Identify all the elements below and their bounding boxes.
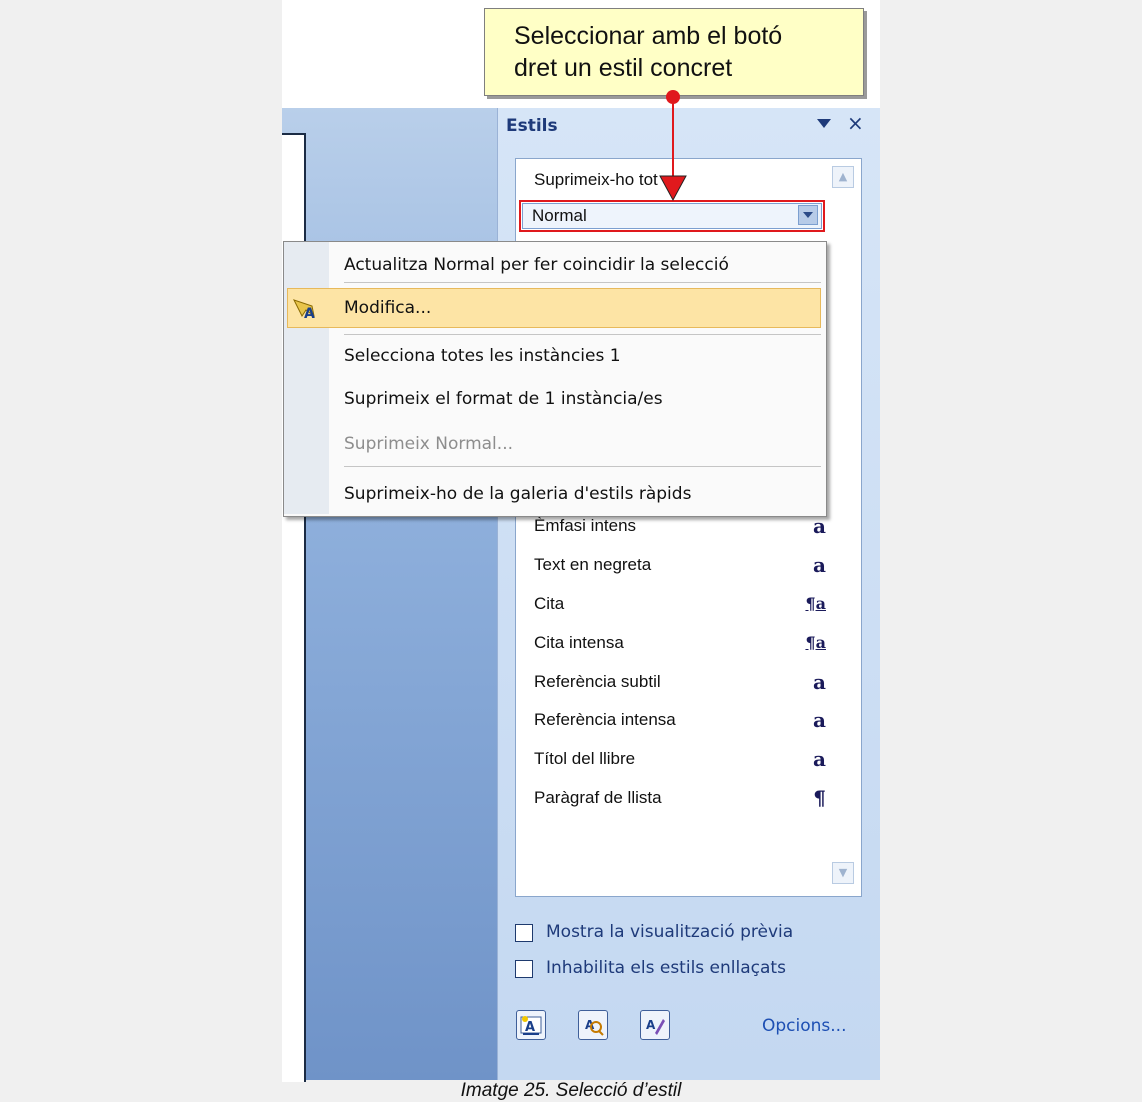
manage-styles-button[interactable]: A [640,1010,670,1040]
disable-linked-checkbox-label: Inhabilita els estils enllaçats [546,958,786,978]
menu-item-clear-format[interactable]: Suprimeix el format de 1 instància/es [344,389,663,409]
callout-line-2: dret un estil concret [514,54,733,82]
svg-text:A: A [585,1018,595,1032]
disable-linked-checkbox[interactable] [515,960,533,978]
menu-item-select-all-label: Selecciona totes les instàncies 1 [344,346,621,366]
char-style-icon: a [813,553,826,577]
svg-text:A: A [525,1020,535,1035]
figure-caption: Imatge 25. Selecció d’estil [460,1080,682,1101]
close-icon[interactable]: × [847,113,864,133]
modify-style-icon: A [293,299,315,320]
list-item[interactable]: Cita [534,594,564,614]
new-style-button[interactable]: A [516,1010,546,1040]
preview-checkbox[interactable] [515,924,533,942]
callout-text: Seleccionar amb el botó dret un estil co… [514,20,854,84]
pane-menu-icon[interactable] [817,119,831,128]
scroll-down-button[interactable]: ▼ [832,862,854,884]
list-item[interactable]: Paràgraf de llista [534,788,662,808]
svg-text:A: A [646,1018,656,1032]
char-style-icon: a [813,514,826,538]
pane-title: Estils [506,116,558,136]
list-item[interactable]: Cita intensa [534,633,624,653]
char-style-icon: a [813,708,826,732]
paragraph-style-icon: ¶ [813,786,826,810]
menu-item-modify-label: Modifica... [344,298,432,318]
clear-all-item[interactable]: Suprimeix-ho tot [534,170,658,190]
char-style-icon: a [813,670,826,694]
linked-style-icon: ¶a [805,594,826,613]
menu-icon-gutter [284,242,329,514]
list-item[interactable]: Èmfasi intens [534,516,636,536]
linked-style-icon: ¶a [805,633,826,652]
list-item[interactable]: Referència intensa [534,710,676,730]
menu-separator [344,334,821,335]
menu-item-delete-label: Suprimeix Normal... [344,434,513,454]
list-item[interactable]: Referència subtil [534,672,661,692]
menu-item-modify[interactable]: Modifica... [344,298,431,318]
menu-item-update[interactable]: Actualitza Normal per fer coincidir la s… [344,255,729,275]
preview-checkbox-label: Mostra la visualització prèvia [546,922,794,942]
callout-line-1: Seleccionar amb el botó [514,22,783,50]
char-style-icon: a [813,747,826,771]
menu-item-update-label: Actualitza Normal per fer coincidir la s… [344,255,729,275]
chevron-down-icon[interactable] [798,205,818,225]
list-item[interactable]: Títol del llibre [534,749,635,769]
svg-text:A: A [304,306,315,320]
normal-style-label: Normal [532,206,587,225]
new-style-icon: A [520,1016,542,1035]
menu-item-remove-gallery-label: Suprimeix-ho de la galeria d'estils ràpi… [344,484,692,504]
scroll-up-button[interactable]: ▲ [832,166,854,188]
manage-styles-icon: A [646,1018,665,1035]
menu-item-remove-gallery[interactable]: Suprimeix-ho de la galeria d'estils ràpi… [344,484,691,504]
list-item[interactable]: Text en negreta [534,555,651,575]
menu-item-delete: Suprimeix Normal... [344,434,513,454]
menu-separator [344,282,821,283]
style-inspector-button[interactable]: A [578,1010,608,1040]
menu-item-clear-format-label: Suprimeix el format de 1 instància/es [344,389,663,409]
options-link[interactable]: Opcions... [762,1016,847,1036]
style-inspector-icon: A [585,1018,604,1036]
annotation-arrow [659,90,687,202]
menu-item-select-all[interactable]: Selecciona totes les instàncies 1 [344,346,621,366]
menu-separator [344,466,821,467]
